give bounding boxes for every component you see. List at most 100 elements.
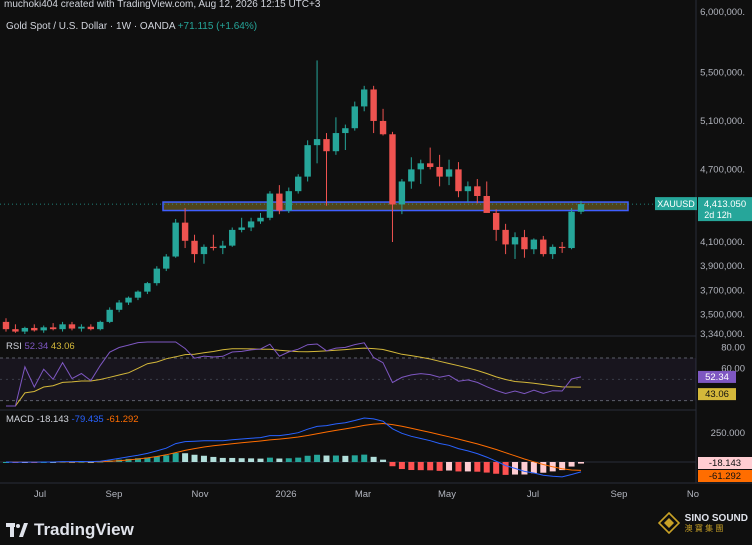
- candle-body: [417, 163, 424, 170]
- time-axis-label: Mar: [355, 489, 371, 500]
- time-axis-label: Nov: [192, 489, 209, 500]
- rsi-ma-value: 43.06: [50, 341, 75, 352]
- candle-body: [31, 327, 38, 331]
- price-tick-label: 5,100,000.: [700, 116, 745, 127]
- ticker-badge-text: XAUUSD: [657, 199, 695, 209]
- candle-body: [276, 193, 283, 211]
- candle-body: [181, 222, 189, 241]
- candle-body: [210, 246, 217, 249]
- candle-body: [285, 191, 292, 211]
- macd-hist-bar: [219, 457, 226, 462]
- time-axis-label: 2026: [275, 489, 296, 500]
- macd-badge-value: -18.143: [709, 458, 741, 469]
- candle-body: [200, 246, 208, 255]
- macd-hist-bar: [483, 462, 490, 473]
- macd-hist-bar: [446, 462, 453, 471]
- candle-body: [144, 283, 151, 292]
- candle-body: [492, 212, 500, 230]
- macd-legend: MACD -18.143 -79.435 -61.292: [6, 414, 139, 425]
- candle-body: [172, 222, 179, 257]
- price-tick-label: 3,900,000.: [700, 261, 745, 272]
- last-price-badge: XAUUSD 4,413.0502d 12h: [655, 197, 752, 222]
- candle-body: [511, 237, 519, 245]
- macd-hist-bar: [314, 454, 321, 462]
- macd-hist-badge-value: -61.292: [709, 471, 741, 482]
- candle-body: [521, 237, 528, 250]
- tradingview-brand[interactable]: TradingView: [6, 520, 134, 540]
- candle-body: [238, 227, 245, 230]
- macd-hist-bar: [172, 453, 179, 462]
- rsi-value: 52.34: [24, 341, 49, 352]
- rsi-axis-label: 80.00: [721, 342, 745, 353]
- macd-hist-bar: [266, 457, 273, 462]
- symbol-legend: Gold Spot / U.S. Dollar · 1W · OANDA +71…: [6, 21, 257, 32]
- candle-body: [540, 239, 547, 255]
- candle-body: [59, 324, 66, 330]
- candle-body: [558, 246, 566, 249]
- candle-body: [78, 326, 85, 329]
- rsi-legend: RSI 52.34 43.06: [6, 341, 75, 352]
- candle-body: [502, 229, 509, 245]
- macd-hist-bar: [332, 455, 339, 462]
- price-badge-countdown: 2d 12h: [704, 210, 732, 220]
- candle-body: [153, 268, 161, 284]
- time-axis-label: Jul: [34, 489, 46, 500]
- chart-canvas[interactable]: 6,000,000. 5,500,000. 5,100,000. 4,700,000.…: [0, 0, 752, 545]
- time-axis-label: Jul: [527, 489, 539, 500]
- candle-body: [257, 217, 264, 222]
- rsi-ma-badge-value: 43.06: [705, 389, 729, 400]
- candle-body: [313, 139, 321, 146]
- candle-body: [464, 186, 472, 192]
- diamond-logo-icon: [657, 512, 680, 534]
- candle-body: [323, 139, 330, 152]
- candle-body: [530, 239, 538, 250]
- candle-body: [436, 166, 443, 177]
- candle-body: [445, 169, 453, 177]
- macd-hist-bar: [464, 462, 471, 472]
- price-tick-label: 3,340,000.: [700, 329, 745, 340]
- macd-axis-label: 250.000: [711, 428, 745, 439]
- tradingview-wordmark: TradingView: [34, 520, 134, 539]
- rsi-badge-value: 52.34: [705, 372, 729, 383]
- sino-sound-watermark: SINO SOUND 澳 寶 集 團: [657, 512, 748, 534]
- macd-hist-bar: [248, 458, 255, 462]
- watermark-line2: 澳 寶 集 團: [684, 524, 724, 533]
- time-axis-label: Sep: [611, 489, 628, 500]
- candle-body: [125, 297, 132, 303]
- macd-hist-bar: [210, 456, 217, 462]
- macd-value: -18.143: [36, 414, 69, 425]
- macd-hist-bar: [417, 462, 424, 471]
- macd-hist-bar: [238, 458, 245, 462]
- price-badge-value: 4,413.050: [704, 199, 746, 210]
- macd-hist-bar: [342, 455, 349, 462]
- candle-body: [40, 327, 47, 331]
- macd-hist-bar: [182, 453, 189, 462]
- candle-body: [12, 329, 19, 332]
- candle-body: [549, 246, 556, 255]
- price-tick-label: 4,700,000.: [700, 164, 745, 175]
- macd-hist-bar: [578, 462, 584, 464]
- macd-hist-bar: [502, 462, 509, 475]
- macd-hist-bar: [285, 458, 292, 462]
- candle-body: [247, 221, 255, 228]
- macd-hist-bar: [200, 455, 207, 462]
- candle-body: [455, 169, 462, 192]
- candle-body: [408, 169, 415, 182]
- macd-hist-bar: [493, 462, 500, 474]
- candle-body: [379, 120, 387, 135]
- macd-hist-bar: [455, 462, 462, 472]
- time-axis-label: May: [438, 489, 456, 500]
- symbol-description: Gold Spot / U.S. Dollar · 1W · OANDA: [6, 21, 175, 32]
- macd-hist-bar: [530, 462, 537, 474]
- macd-hist-bar: [304, 455, 311, 462]
- macd-hist-bar: [389, 462, 396, 467]
- candle-body: [577, 204, 585, 212]
- candle-body: [115, 302, 123, 310]
- candle-body: [483, 196, 490, 213]
- macd-hist-bar: [351, 455, 358, 462]
- macd-hist-bar: [361, 454, 368, 462]
- candle-body: [360, 89, 368, 107]
- macd-hist-bar: [474, 462, 481, 472]
- candle-body: [191, 240, 198, 255]
- candle-body: [97, 321, 104, 330]
